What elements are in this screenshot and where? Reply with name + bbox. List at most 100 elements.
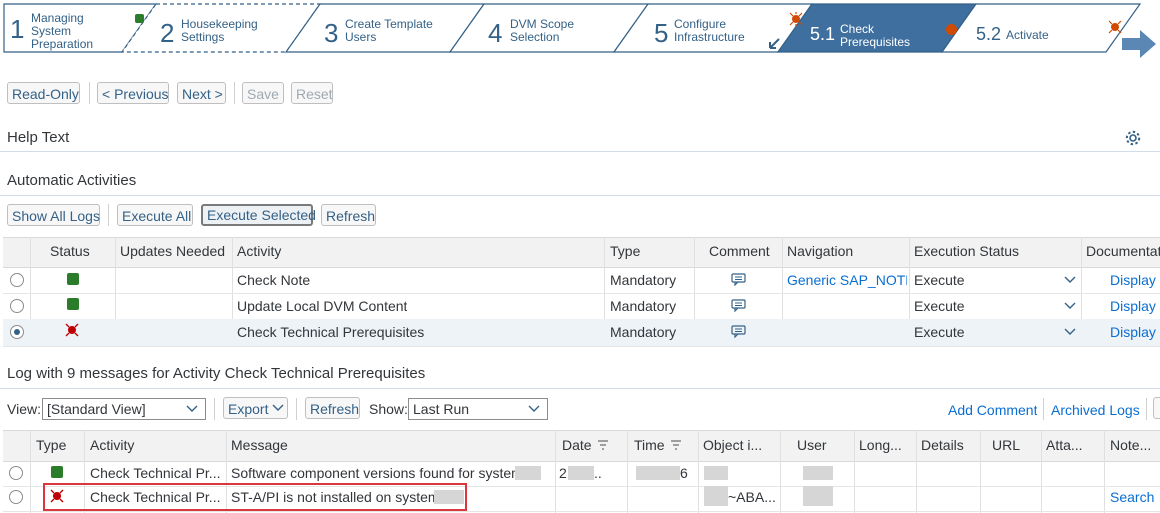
table-row[interactable] xyxy=(3,267,1160,294)
column-header-updates-needed[interactable]: Updates Needed xyxy=(120,243,225,259)
column-header-activity[interactable]: Activity xyxy=(237,243,281,259)
documentation-display-link[interactable]: Display xyxy=(1110,324,1156,340)
step-label: Infrastructure xyxy=(674,30,745,44)
export-button[interactable]: Export xyxy=(223,397,288,419)
comment-icon[interactable] xyxy=(731,299,746,312)
comment-icon[interactable] xyxy=(731,325,746,338)
show-select[interactable]: Last Run xyxy=(408,398,548,420)
refresh-button[interactable]: Refresh xyxy=(321,204,376,226)
column-header-execution-status[interactable]: Execution Status xyxy=(914,243,1019,259)
sort-icon[interactable] xyxy=(670,440,682,450)
log-title: Log with 9 messages for Activity Check T… xyxy=(7,365,426,382)
step-number: 3 xyxy=(324,18,339,48)
chevron-down-icon xyxy=(186,405,198,412)
step-status-error-icon xyxy=(1108,20,1122,34)
activity-type: Mandatory xyxy=(610,324,677,340)
roadmap-step-4[interactable]: 4 DVM Scope Selection xyxy=(484,4,634,52)
step-label: Selection xyxy=(510,30,560,44)
step-number: 5.1 xyxy=(810,24,836,44)
save-button[interactable]: Save xyxy=(242,82,284,104)
row-select-radio[interactable] xyxy=(10,273,24,287)
read-only-button[interactable]: Read-Only xyxy=(7,82,80,104)
toolbar-separator xyxy=(1146,398,1147,420)
automatic-activities-title: Automatic Activities xyxy=(7,172,137,189)
column-header-navigation[interactable]: Navigation xyxy=(787,243,853,259)
step-label: Activate xyxy=(1006,28,1049,42)
roadmap-step-5[interactable]: 5 Configure Infrastructure xyxy=(648,4,803,52)
step-number: 1 xyxy=(10,14,25,44)
sort-icon[interactable] xyxy=(597,440,609,450)
column-header-message[interactable]: Message xyxy=(231,437,288,453)
column-header-type[interactable]: Type xyxy=(610,243,640,259)
column-header-type[interactable]: Type xyxy=(36,437,66,453)
log-settings-button[interactable] xyxy=(1153,397,1160,419)
execute-all-button[interactable]: Execute All xyxy=(117,204,193,226)
roadmap-step-5-1[interactable]: 5.1 Check Prerequisites xyxy=(810,4,962,52)
highlight-box xyxy=(43,483,467,511)
toolbar-separator xyxy=(89,82,90,104)
redacted-object xyxy=(704,466,728,480)
roadmap: 1 Managing System Preparation 2 Housekee… xyxy=(0,0,1160,58)
view-label: View: xyxy=(7,401,41,417)
column-header-user[interactable]: User xyxy=(797,437,827,453)
roadmap-step-1[interactable]: 1 Managing System Preparation xyxy=(4,4,144,52)
chevron-down-icon[interactable] xyxy=(1063,301,1077,311)
step-status-success-icon xyxy=(135,14,144,23)
status-error-icon xyxy=(65,323,79,337)
column-header-date[interactable]: Date xyxy=(562,437,592,453)
divider xyxy=(0,151,1160,152)
column-header-details[interactable]: Details xyxy=(921,437,964,453)
step-number: 2 xyxy=(160,18,175,48)
toolbar-separator xyxy=(108,204,109,226)
chevron-down-icon[interactable] xyxy=(1063,275,1077,285)
chevron-down-icon[interactable] xyxy=(1063,327,1077,337)
execute-selected-button[interactable]: Execute Selected xyxy=(201,204,316,226)
column-header-time[interactable]: Time xyxy=(634,437,665,453)
previous-button[interactable]: < Previous xyxy=(97,82,169,104)
step-label: Prerequisites xyxy=(840,35,911,49)
row-select-radio[interactable] xyxy=(9,490,23,504)
roadmap-step-2[interactable]: 2 Housekeeping Settings xyxy=(156,4,306,52)
roadmap-step-5-2[interactable]: 5.2 Activate xyxy=(976,4,1126,52)
log-time: 6 xyxy=(680,465,688,481)
column-header-url[interactable]: URL xyxy=(992,437,1020,453)
column-header-long-text[interactable]: Long... xyxy=(859,437,902,453)
row-select-radio[interactable] xyxy=(10,325,24,339)
execution-status-dropdown[interactable]: Execute xyxy=(914,324,965,340)
table-row-selected[interactable] xyxy=(3,319,1160,347)
show-select-value: Last Run xyxy=(413,401,470,417)
note-search-link[interactable]: Search xyxy=(1110,489,1154,505)
navigation-link[interactable]: Generic SAP_NOTE xyxy=(787,272,907,288)
execution-status-dropdown[interactable]: Execute xyxy=(914,272,965,288)
column-header-activity[interactable]: Activity xyxy=(90,437,134,453)
column-header-notes[interactable]: Note... xyxy=(1110,437,1151,453)
export-label: Export xyxy=(228,401,269,417)
column-header-status[interactable]: Status xyxy=(50,243,90,259)
add-comment-link[interactable]: Add Comment xyxy=(948,402,1037,418)
show-all-logs-button[interactable]: Show All Logs xyxy=(7,204,100,226)
column-header-comment[interactable]: Comment xyxy=(709,243,770,259)
table-row[interactable] xyxy=(3,293,1160,320)
comment-icon[interactable] xyxy=(731,273,746,286)
help-text-title[interactable]: Help Text xyxy=(7,129,69,146)
reset-button[interactable]: Reset xyxy=(291,82,333,104)
step-label: Preparation xyxy=(31,37,94,51)
documentation-display-link[interactable]: Display xyxy=(1110,272,1156,288)
log-refresh-button[interactable]: Refresh xyxy=(305,397,360,419)
column-header-documentation[interactable]: Documentation xyxy=(1086,243,1160,259)
roadmap-step-3[interactable]: 3 Create Template Users xyxy=(320,4,470,52)
status-success-icon xyxy=(67,298,79,310)
row-select-radio[interactable] xyxy=(10,299,24,313)
column-header-object[interactable]: Object i... xyxy=(703,437,762,453)
log-message: Software component versions found for sy… xyxy=(231,465,523,481)
archived-logs-link[interactable]: Archived Logs xyxy=(1051,402,1140,418)
log-object: ~ABA... xyxy=(728,489,776,505)
view-select[interactable]: [Standard View] xyxy=(42,398,206,420)
documentation-display-link[interactable]: Display xyxy=(1110,298,1156,314)
view-select-value: [Standard View] xyxy=(47,401,146,417)
next-button[interactable]: Next > xyxy=(177,82,226,104)
gear-icon[interactable] xyxy=(1124,129,1142,147)
column-header-attachments[interactable]: Atta... xyxy=(1046,437,1083,453)
row-select-radio[interactable] xyxy=(9,466,23,480)
execution-status-dropdown[interactable]: Execute xyxy=(914,298,965,314)
